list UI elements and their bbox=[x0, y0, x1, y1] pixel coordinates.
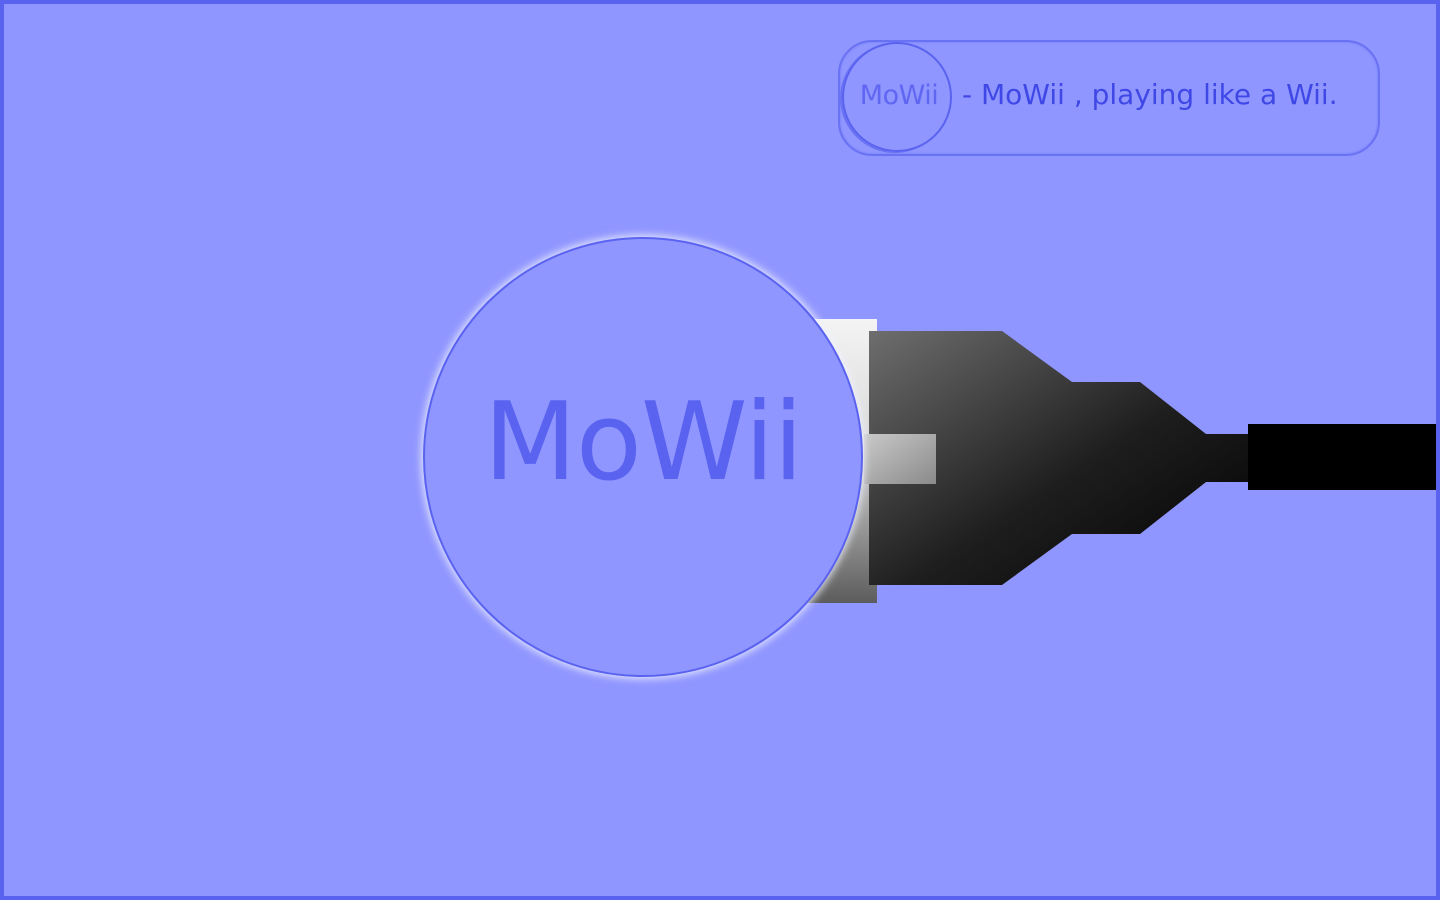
main-logo: MoWii bbox=[423, 237, 863, 677]
plug-prong bbox=[864, 434, 936, 484]
small-logo: MoWii bbox=[842, 42, 952, 152]
title-banner: MoWii - MoWii , playing like a Wii. bbox=[838, 40, 1380, 156]
tagline: - MoWii , playing like a Wii. bbox=[962, 78, 1338, 111]
mowii-screen: MoWii - MoWii , playing like a Wii. MoWi… bbox=[0, 0, 1440, 900]
cable-icon bbox=[1248, 424, 1436, 490]
small-logo-text: MoWii bbox=[859, 80, 939, 111]
main-logo-text: MoWii bbox=[483, 380, 804, 505]
plug-icon bbox=[804, 319, 1436, 603]
